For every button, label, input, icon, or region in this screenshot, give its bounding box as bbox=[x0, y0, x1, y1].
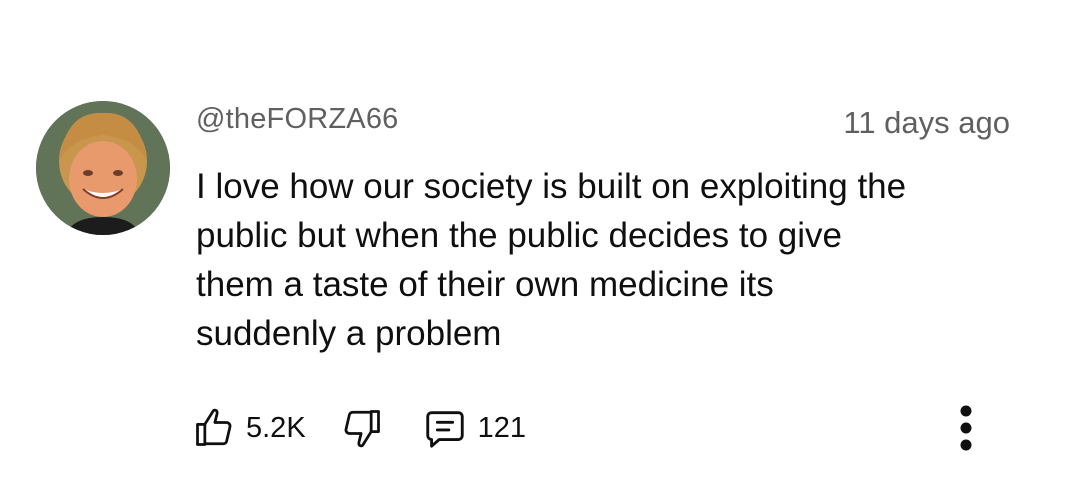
avatar[interactable] bbox=[36, 101, 170, 235]
comment-actions: 5.2K 121 bbox=[192, 398, 526, 458]
like-button[interactable]: 5.2K bbox=[192, 406, 306, 450]
comment-text-line: them a taste of their own medicine its bbox=[196, 265, 774, 304]
like-count: 5.2K bbox=[246, 411, 306, 444]
reply-count: 121 bbox=[477, 411, 527, 444]
thumbs-up-icon bbox=[192, 406, 236, 450]
comment-text: I love how our society is built on explo… bbox=[196, 162, 1026, 358]
comment-author[interactable]: @theFORZA66 bbox=[196, 103, 398, 136]
avatar-image bbox=[36, 101, 170, 235]
thumbs-down-icon bbox=[340, 406, 384, 450]
reply-button[interactable]: 121 bbox=[422, 405, 526, 451]
comment-text-line: I love how our society is built on explo… bbox=[196, 167, 907, 206]
more-options-button[interactable] bbox=[948, 398, 984, 458]
dislike-button[interactable] bbox=[340, 406, 384, 450]
comment-text-line: public but when the public decides to gi… bbox=[196, 216, 842, 255]
vertical-ellipsis-icon bbox=[956, 402, 976, 454]
comment-card: @theFORZA66 11 days ago I love how our s… bbox=[0, 0, 1080, 498]
comment-text-line: suddenly a problem bbox=[196, 314, 502, 353]
comment-bubble-icon bbox=[422, 405, 468, 451]
comment-timestamp: 11 days ago bbox=[843, 105, 1010, 140]
